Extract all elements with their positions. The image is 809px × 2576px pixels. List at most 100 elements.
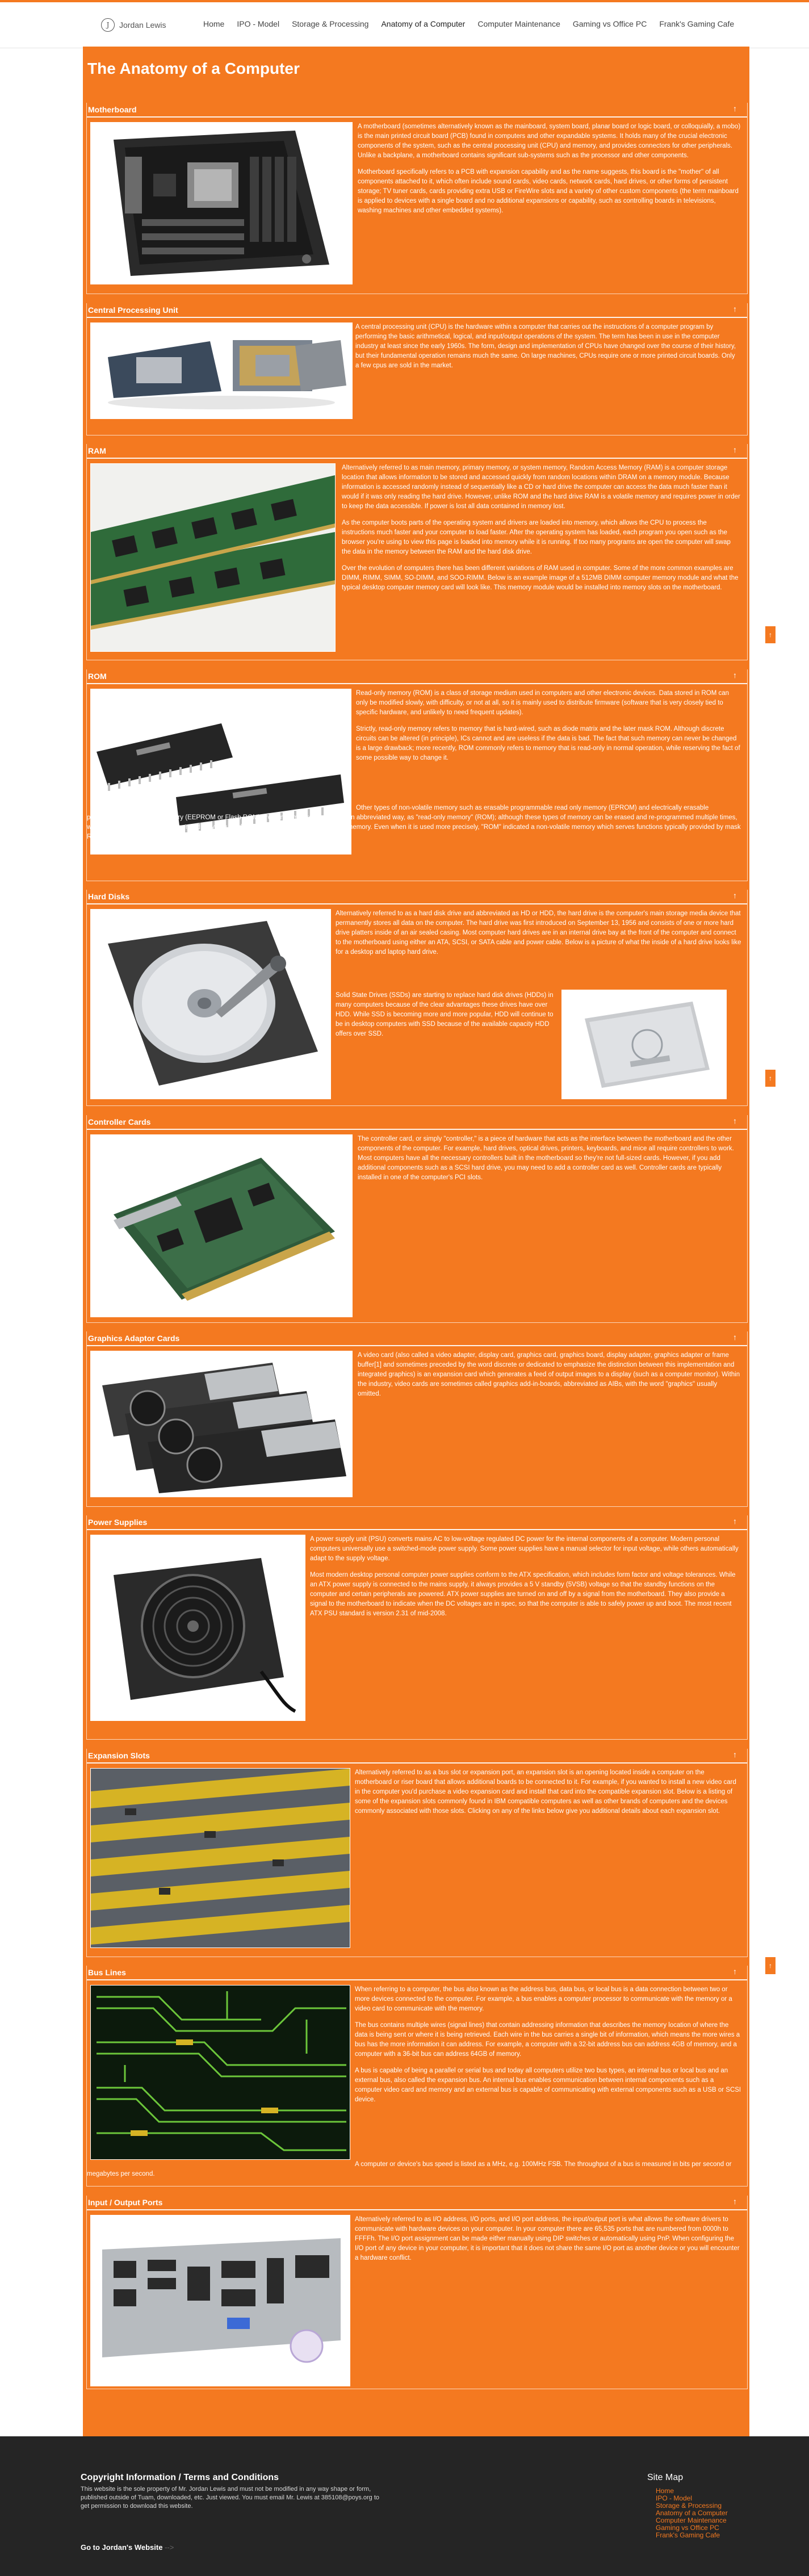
paragraph: A motherboard (sometimes alternatively k… <box>358 123 741 159</box>
section-title: Power Supplies <box>88 1518 148 1527</box>
section-body: Alternatively referred to as main memory… <box>342 463 741 600</box>
ram-image <box>90 463 336 652</box>
paragraph: Over the evolution of computers there ha… <box>342 565 739 591</box>
nav-gaming-cafe[interactable]: Frank's Gaming Cafe <box>659 19 734 28</box>
nav-gaming-vs-office[interactable]: Gaming vs Office PC <box>573 19 647 28</box>
section-title: Input / Output Ports <box>88 2198 163 2207</box>
section-body: Read-only memory (ROM) is a class of sto… <box>356 689 742 770</box>
paragraph: Other types of non-volatile memory such … <box>87 805 741 840</box>
paragraph: The controller card, or simply "controll… <box>358 1136 734 1181</box>
sitemap-list: Home IPO - Model Storage & Processing An… <box>656 2487 728 2539</box>
scroll-top-button[interactable]: ↑ <box>765 1070 776 1087</box>
website-link-arrow: --> <box>165 2543 174 2552</box>
back-to-top-icon[interactable]: ↑ <box>733 891 737 900</box>
paragraph: Alternatively referred to as a bus slot … <box>355 1769 736 1815</box>
section-title: Expansion Slots <box>88 1751 150 1760</box>
section-header: Controller Cards ↑ <box>87 1115 747 1130</box>
section-graphics-cards: Graphics Adaptor Cards ↑ A video card (a… <box>86 1331 748 1507</box>
section-body-2: Solid State Drives (SSDs) are starting t… <box>336 991 557 1046</box>
sitemap-item-gaming-cafe[interactable]: Frank's Gaming Cafe <box>656 2532 728 2539</box>
main-menu: Home IPO - Model Storage & Processing An… <box>203 19 734 28</box>
section-title: RAM <box>88 446 106 455</box>
paragraph: Read-only memory (ROM) is a class of sto… <box>356 690 730 716</box>
nav-home[interactable]: Home <box>203 19 224 28</box>
section-title: Motherboard <box>88 105 137 114</box>
section-cpu: Central Processing Unit ↑ A central proc… <box>86 303 748 435</box>
section-power-supplies: Power Supplies ↑ A power supply unit (PS… <box>86 1515 748 1740</box>
section-title: Controller Cards <box>88 1117 151 1126</box>
paragraph: Solid State Drives (SSDs) are starting t… <box>336 992 554 1037</box>
section-hard-disks: Hard Disks ↑ Alternatively referred to a… <box>86 890 748 1106</box>
section-header: Central Processing Unit ↑ <box>87 303 747 318</box>
paragraph: Strictly, read-only memory refers to mem… <box>356 726 740 761</box>
nav-storage-processing[interactable]: Storage & Processing <box>292 19 368 28</box>
section-controller-cards: Controller Cards ↑ The controller card, … <box>86 1115 748 1323</box>
section-rom: ROM ↑ Read-only memory (ROM) is a class … <box>86 669 748 881</box>
section-header: Power Supplies ↑ <box>87 1515 747 1530</box>
paragraph: A computer or device's bus speed is list… <box>87 2161 732 2177</box>
paragraph: A power supply unit (PSU) converts mains… <box>310 1536 739 1562</box>
content-panel: The Anatomy of a Computer Motherboard ↑ <box>83 47 749 2436</box>
paragraph: Alternatively referred to as I/O address… <box>355 2216 740 2261</box>
section-body: A power supply unit (PSU) converts mains… <box>310 1535 742 1626</box>
section-body: Alternatively referred to as a bus slot … <box>355 1768 742 1823</box>
paragraph: Motherboard specifically refers to a PCB… <box>358 169 739 214</box>
io-ports-image <box>90 2215 350 2386</box>
section-header: Input / Output Ports ↑ <box>87 2196 747 2210</box>
section-header: Graphics Adaptor Cards ↑ <box>87 1331 747 1346</box>
website-link[interactable]: Go to Jordan's Website --> <box>81 2543 174 2552</box>
footer: Copyright Information / Terms and Condit… <box>0 2436 809 2576</box>
nav-anatomy[interactable]: Anatomy of a Computer <box>381 19 465 28</box>
section-body: A motherboard (sometimes alternatively k… <box>358 122 741 223</box>
footer-copyright: This website is the sole property of Mr.… <box>81 2486 380 2510</box>
graphics-card-image <box>90 1351 353 1497</box>
section-bus-lines: Bus Lines ↑ When referring to a computer… <box>86 1966 748 2187</box>
section-title: Bus Lines <box>88 1968 126 1977</box>
paragraph: Most modern desktop personal computer po… <box>310 1572 736 1617</box>
section-expansion-slots: Expansion Slots ↑ Alternatively referred… <box>86 1749 748 1957</box>
nav-ipo-model[interactable]: IPO - Model <box>237 19 279 28</box>
section-title: Hard Disks <box>88 892 130 901</box>
back-to-top-icon[interactable]: ↑ <box>733 1750 737 1759</box>
back-to-top-icon[interactable]: ↑ <box>733 445 737 454</box>
section-body: The controller card, or simply "controll… <box>358 1134 742 1189</box>
top-navigation: J Jordan Lewis Home IPO - Model Storage … <box>0 2 809 48</box>
back-to-top-icon[interactable]: ↑ <box>733 1967 737 1976</box>
back-to-top-icon[interactable]: ↑ <box>733 1517 737 1526</box>
back-to-top-icon[interactable]: ↑ <box>733 1116 737 1125</box>
brand-name: Jordan Lewis <box>119 20 166 30</box>
expansion-slots-image <box>90 1768 350 1948</box>
section-header: Expansion Slots ↑ <box>87 1749 747 1764</box>
scroll-top-button[interactable]: ↑ <box>765 1957 776 1974</box>
page-title: The Anatomy of a Computer <box>87 60 300 77</box>
section-body: Alternatively referred to as a hard disk… <box>336 909 742 964</box>
paragraph: As the computer boots parts of the opera… <box>342 520 731 555</box>
paragraph: Alternatively referred to as a hard disk… <box>336 910 741 956</box>
section-title: Graphics Adaptor Cards <box>88 1334 180 1343</box>
back-to-top-icon[interactable]: ↑ <box>733 1333 737 1342</box>
section-header: Bus Lines ↑ <box>87 1966 747 1980</box>
nav-maintenance[interactable]: Computer Maintenance <box>477 19 560 28</box>
back-to-top-icon[interactable]: ↑ <box>733 2197 737 2206</box>
section-body: A central processing unit (CPU) is the h… <box>355 322 739 378</box>
website-link-label[interactable]: Go to Jordan's Website <box>81 2543 162 2552</box>
motherboard-image <box>90 122 353 284</box>
section-ram: RAM ↑ Alternatively referred to as main … <box>86 444 748 660</box>
scroll-top-button[interactable]: ↑ <box>765 626 776 643</box>
paragraph: A central processing unit (CPU) is the h… <box>355 324 736 369</box>
back-to-top-icon[interactable]: ↑ <box>733 304 737 313</box>
back-to-top-icon[interactable]: ↑ <box>733 671 737 680</box>
section-body-wrap: A computer or device's bus speed is list… <box>87 2160 742 2186</box>
brand[interactable]: J Jordan Lewis <box>101 18 166 32</box>
brand-logo-icon: J <box>101 18 115 32</box>
paragraph: Alternatively referred to as main memory… <box>342 464 740 510</box>
section-header: Hard Disks ↑ <box>87 890 747 904</box>
section-header: Motherboard ↑ <box>87 103 747 118</box>
paragraph: A video card (also called a video adapte… <box>358 1352 740 1397</box>
footer-title: Copyright Information / Terms and Condit… <box>81 2473 279 2482</box>
section-body: A video card (also called a video adapte… <box>358 1351 742 1406</box>
back-to-top-icon[interactable]: ↑ <box>733 104 737 113</box>
bus-lines-image <box>90 1985 350 2160</box>
paragraph: When referring to a computer, the bus al… <box>355 1986 732 2012</box>
section-title: ROM <box>88 672 107 681</box>
